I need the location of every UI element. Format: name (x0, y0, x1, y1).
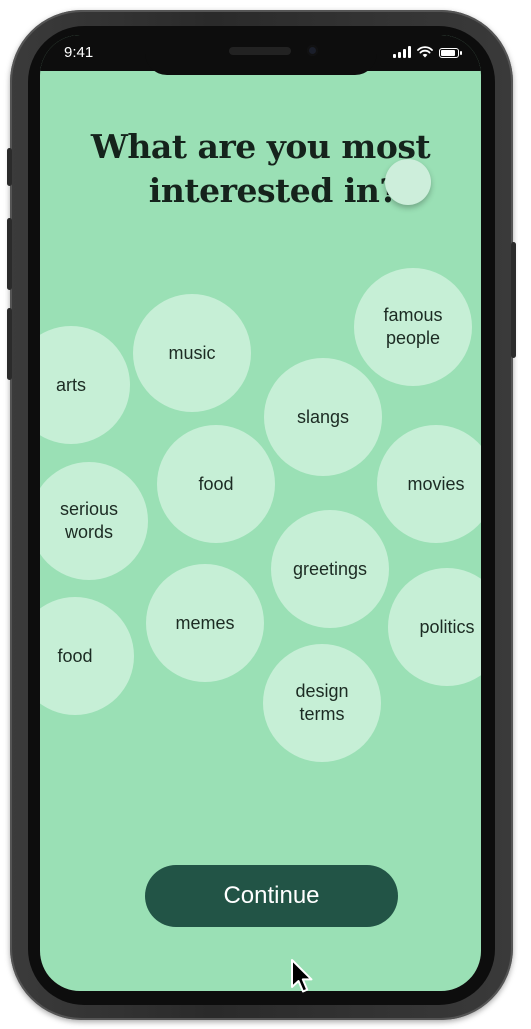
topic-bubble-serious-words[interactable]: serious words (40, 462, 148, 580)
volume-up-button (7, 218, 12, 290)
app-screen: 9:41 What are you most interested in? ar… (40, 35, 481, 991)
front-camera (307, 45, 318, 56)
signal-icon (393, 46, 411, 58)
topic-bubble-arts[interactable]: arts (40, 326, 130, 444)
continue-button[interactable]: Continue (145, 865, 398, 927)
topic-bubble-food-2[interactable]: food (40, 597, 134, 715)
notch (145, 35, 377, 75)
topic-bubble-famous-people[interactable]: famous people (354, 268, 472, 386)
mute-switch (7, 148, 12, 186)
topic-bubble-music[interactable]: music (133, 294, 251, 412)
topic-bubble-politics[interactable]: politics (388, 568, 481, 686)
status-icons (393, 46, 462, 58)
battery-icon (439, 48, 462, 58)
topic-bubble-memes[interactable]: memes (146, 564, 264, 682)
topic-bubble-movies[interactable]: movies (377, 425, 481, 543)
speaker-grille (229, 47, 291, 55)
power-button (511, 242, 516, 358)
status-bar: 9:41 (40, 35, 481, 75)
floating-toggle[interactable] (385, 159, 431, 205)
status-time: 9:41 (64, 44, 94, 61)
topic-bubble-design-terms[interactable]: design terms (263, 644, 381, 762)
wifi-icon (417, 46, 433, 58)
mouse-cursor-icon (291, 959, 313, 993)
topic-bubble-food[interactable]: food (157, 425, 275, 543)
volume-down-button (7, 308, 12, 380)
topic-bubble-slangs[interactable]: slangs (264, 358, 382, 476)
topic-bubble-greetings[interactable]: greetings (271, 510, 389, 628)
